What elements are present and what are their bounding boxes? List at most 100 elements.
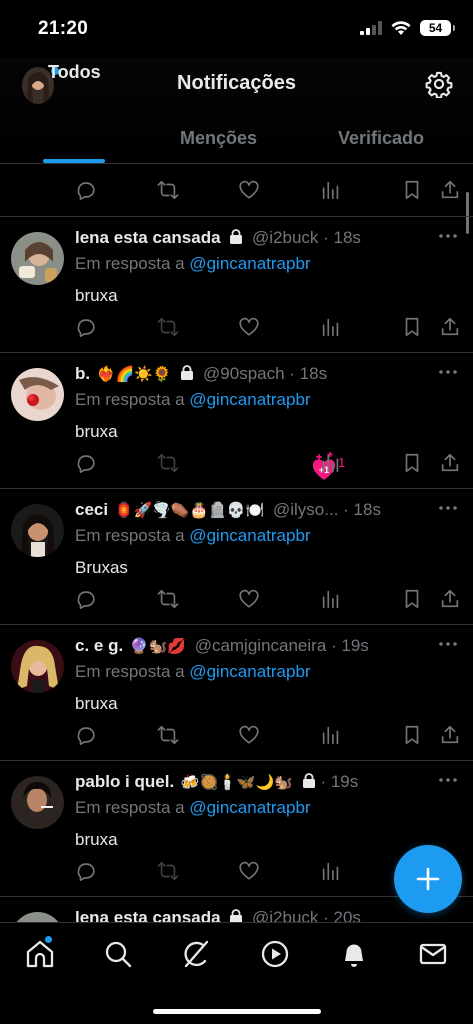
tweet-item[interactable]: c. e g. 🔮🐿️💋 @camjgincaneira · 19s Em re… — [0, 624, 473, 760]
nav-notifications[interactable] — [339, 939, 369, 969]
tweet-text: bruxa — [75, 830, 118, 849]
settings-gear-icon[interactable] — [425, 70, 453, 98]
tweet-header: c. e g. 🔮🐿️💋 @camjgincaneira · 19s — [75, 636, 435, 660]
mention-link[interactable]: @gincanatrapbr — [189, 798, 310, 817]
bookmark-icon[interactable] — [401, 588, 423, 610]
header: Notificações Todos Menções Verificado — [0, 58, 473, 164]
nav-home[interactable] — [25, 939, 55, 969]
reply-prefix: Em resposta a — [75, 798, 185, 817]
reply-prefix: Em resposta a — [75, 526, 185, 545]
notifications-feed[interactable]: lena esta cansada @i2buck · 18s Em respo… — [0, 164, 473, 922]
user-handle[interactable]: @90spach — [203, 364, 285, 383]
home-icon — [26, 940, 54, 968]
user-handle[interactable]: @camjgincaneira — [195, 636, 327, 655]
views-chart-icon[interactable] — [320, 860, 342, 882]
tweet-item[interactable]: b. ❤️‍🔥🌈☀️🌻 @90spach · 18s Em resposta a… — [0, 352, 473, 488]
display-name[interactable]: pablo i quel. — [75, 772, 174, 791]
user-avatar[interactable] — [11, 368, 64, 421]
tweet-header: b. ❤️‍🔥🌈☀️🌻 @90spach · 18s — [75, 364, 435, 388]
timestamp: · 18s — [289, 364, 328, 383]
views-chart-icon[interactable] — [320, 588, 342, 610]
display-name[interactable]: ceci — [75, 500, 108, 519]
user-avatar[interactable] — [11, 776, 64, 829]
like-heart-icon[interactable] — [238, 724, 260, 746]
tab-mencoes[interactable]: Menções — [180, 128, 257, 149]
nav-video[interactable] — [260, 939, 290, 969]
tweet-actions — [75, 316, 460, 340]
user-avatar[interactable] — [11, 504, 64, 557]
tweet-header: lena esta cansada @i2buck · 20s — [75, 908, 435, 922]
views-chart-icon[interactable] — [320, 316, 342, 338]
tab-verificado[interactable]: Verificado — [338, 128, 424, 149]
more-options-icon[interactable] — [437, 639, 459, 649]
bookmark-icon[interactable] — [401, 452, 423, 474]
bookmark-icon[interactable] — [401, 316, 423, 338]
lock-icon — [230, 909, 243, 922]
reply-context: Em resposta a @gincanatrapbr — [75, 526, 311, 546]
retweet-icon — [157, 316, 179, 338]
reply-icon[interactable] — [75, 588, 97, 610]
compose-button[interactable] — [394, 845, 462, 913]
timestamp: · 19s — [320, 772, 359, 791]
tweet-item[interactable]: lena esta cansada @i2buck · 18s Em respo… — [0, 216, 473, 352]
like-heart-icon[interactable] — [238, 316, 260, 338]
more-options-icon[interactable] — [437, 775, 459, 785]
reply-icon[interactable] — [75, 860, 97, 882]
tweet-text: Bruxas — [75, 558, 128, 577]
user-avatar[interactable] — [11, 912, 64, 922]
retweet-icon[interactable] — [157, 588, 179, 610]
display-name[interactable]: lena esta cansada — [75, 228, 221, 247]
retweet-icon[interactable] — [157, 179, 179, 201]
share-icon[interactable] — [439, 316, 461, 338]
views-chart-icon[interactable] — [320, 452, 342, 474]
display-name[interactable]: lena esta cansada — [75, 908, 221, 922]
reply-icon[interactable] — [75, 179, 97, 201]
share-icon[interactable] — [439, 724, 461, 746]
tab-todos[interactable]: Todos — [48, 62, 101, 83]
reply-icon[interactable] — [75, 316, 97, 338]
share-icon[interactable] — [439, 179, 461, 201]
nav-messages[interactable] — [418, 939, 448, 969]
reply-context: Em resposta a @gincanatrapbr — [75, 254, 311, 274]
reply-icon[interactable] — [75, 724, 97, 746]
user-handle[interactable]: @ilyso... — [273, 500, 338, 519]
more-options-icon[interactable] — [437, 231, 459, 241]
more-options-icon[interactable] — [437, 367, 459, 377]
timestamp: · 19s — [331, 636, 369, 655]
bookmark-icon[interactable] — [401, 179, 423, 201]
user-handle[interactable]: @i2buck — [252, 228, 318, 247]
user-handle[interactable]: @i2buck — [252, 908, 318, 922]
views-chart-icon[interactable] — [320, 724, 342, 746]
tweet-actions — [75, 588, 460, 612]
views-chart-icon[interactable] — [320, 179, 342, 201]
like-heart-icon[interactable] — [238, 179, 260, 201]
share-icon[interactable] — [439, 588, 461, 610]
retweet-icon[interactable] — [157, 724, 179, 746]
like-heart-icon[interactable] — [238, 588, 260, 610]
search-icon — [105, 941, 132, 968]
user-avatar[interactable] — [11, 640, 64, 693]
like-heart-icon[interactable] — [238, 860, 260, 882]
nav-search[interactable] — [103, 939, 133, 969]
status-bar: 21:20 54 — [0, 0, 473, 58]
wifi-icon — [391, 21, 411, 35]
display-name[interactable]: c. e g. — [75, 636, 123, 655]
user-avatar[interactable] — [11, 232, 64, 285]
display-name[interactable]: b. — [75, 364, 90, 383]
mention-link[interactable]: @gincanatrapbr — [189, 390, 310, 409]
bookmark-icon[interactable] — [401, 724, 423, 746]
reply-icon[interactable] — [75, 452, 97, 474]
mention-link[interactable]: @gincanatrapbr — [189, 526, 310, 545]
mention-link[interactable]: @gincanatrapbr — [189, 254, 310, 273]
home-indicator[interactable] — [153, 1009, 321, 1014]
grok-icon — [184, 940, 209, 968]
bell-icon — [345, 944, 363, 967]
nav-grok[interactable] — [181, 939, 211, 969]
mention-link[interactable]: @gincanatrapbr — [189, 662, 310, 681]
tweet-header: ceci 🏮🚀🌪️⚰️🎂🪦💀🍽️ @ilyso... · 18s — [75, 500, 435, 524]
tweet-actions: +1 1 — [75, 452, 461, 480]
more-options-icon[interactable] — [437, 503, 459, 513]
tweet-item[interactable]: ceci 🏮🚀🌪️⚰️🎂🪦💀🍽️ @ilyso... · 18s Em resp… — [0, 488, 473, 624]
share-icon[interactable] — [439, 452, 461, 474]
bottom-nav — [0, 922, 473, 1024]
